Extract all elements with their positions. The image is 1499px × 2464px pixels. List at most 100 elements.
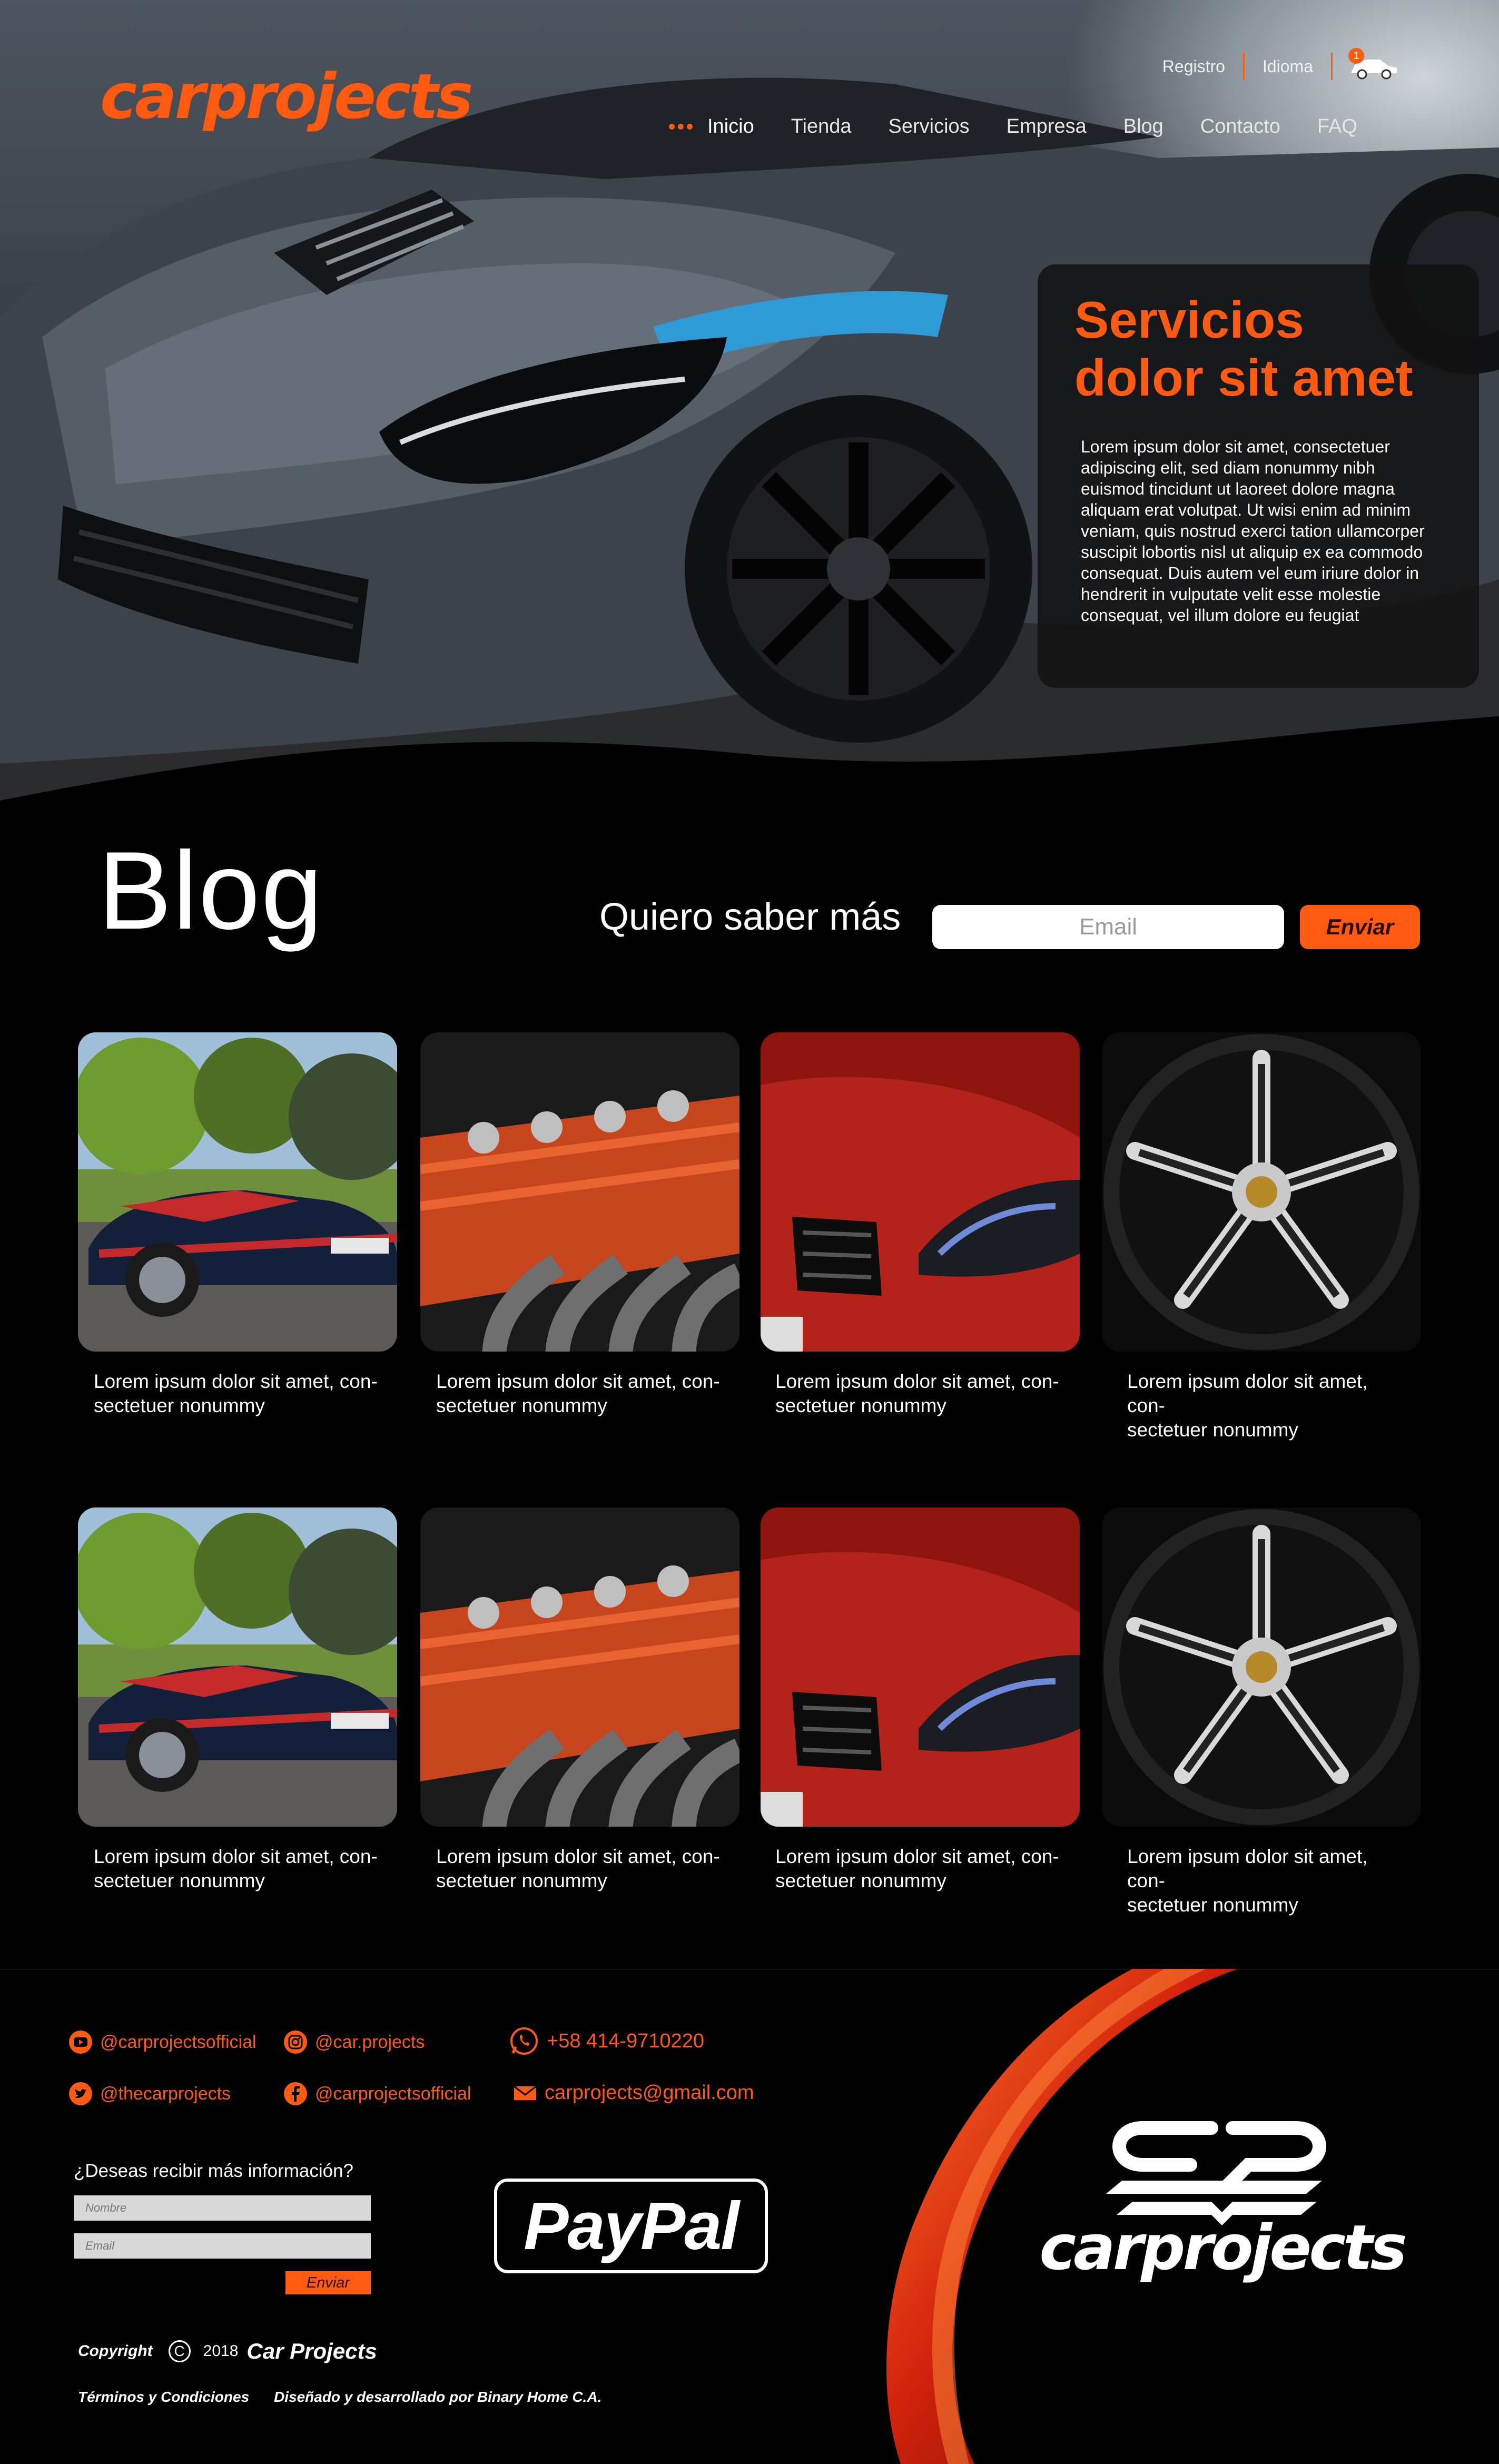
wheel-rim-photo[interactable] <box>1102 1507 1421 1827</box>
services-title: Servicios dolor sit amet <box>1074 291 1442 407</box>
red-car-headlight-photo[interactable] <box>761 1507 1080 1827</box>
caption-line: Lorem ipsum dolor sit amet, con- <box>436 1846 720 1867</box>
terms-link[interactable]: Términos y Condiciones <box>78 2389 249 2406</box>
post-caption: Lorem ipsum dolor sit amet, con- sectetu… <box>1102 1369 1407 1442</box>
mustang-photo[interactable] <box>78 1032 397 1352</box>
nav-item-contacto[interactable]: Contacto <box>1200 115 1280 138</box>
twitter-link[interactable]: @thecarprojects <box>68 2082 231 2106</box>
copyright-year: 2018 <box>203 2342 239 2360</box>
blog-title: Blog <box>98 829 324 952</box>
caption-line: sectetuer nonummy <box>775 1870 946 1891</box>
facebook-link[interactable]: @carprojectsofficial <box>283 2082 471 2106</box>
red-car-headlight-photo[interactable] <box>761 1032 1080 1352</box>
engine-photo[interactable] <box>420 1032 739 1352</box>
hero-bottom-curve <box>0 716 1499 801</box>
blog-post-card[interactable]: Lorem ipsum dolor sit amet, con- sectetu… <box>1102 1507 1421 1917</box>
twitter-handle: @thecarprojects <box>100 2083 231 2104</box>
divider <box>1331 53 1333 80</box>
blog-post-card[interactable]: Lorem ipsum dolor sit amet, con- sectetu… <box>761 1032 1080 1418</box>
youtube-link[interactable]: @carprojectsofficial <box>68 2030 257 2054</box>
main-nav: Inicio Tienda Servicios Empresa Blog Con… <box>669 108 1357 145</box>
caption-line: sectetuer nonummy <box>1127 1419 1298 1441</box>
nav-item-inicio[interactable]: Inicio <box>669 115 754 138</box>
caption-line: sectetuer nonummy <box>1127 1894 1298 1916</box>
post-caption: Lorem ipsum dolor sit amet, con- sectetu… <box>420 1369 726 1418</box>
nav-label: Inicio <box>707 115 754 137</box>
mail-icon <box>514 2085 537 2100</box>
whatsapp-link[interactable]: +58 414-9710220 <box>509 2026 704 2056</box>
caption-line: sectetuer nonummy <box>436 1870 607 1891</box>
nav-item-tienda[interactable]: Tienda <box>791 115 852 138</box>
caption-line: sectetuer nonummy <box>775 1395 946 1416</box>
services-description: Lorem ipsum dolor sit amet, consectetuer… <box>1081 437 1425 625</box>
register-link[interactable]: Registro <box>1145 57 1243 76</box>
youtube-icon <box>69 2031 92 2054</box>
post-caption: Lorem ipsum dolor sit amet, con- sectetu… <box>78 1845 383 1893</box>
caption-line: Lorem ipsum dolor sit amet, con- <box>1127 1846 1368 1891</box>
blog-row-1: Lorem ipsum dolor sit amet, con- sectetu… <box>78 1032 1421 1441</box>
caption-line: Lorem ipsum dolor sit amet, con- <box>1127 1371 1368 1416</box>
blog-post-card[interactable]: Lorem ipsum dolor sit amet, con- sectetu… <box>761 1507 1080 1893</box>
wheel-rim-photo[interactable] <box>1102 1032 1421 1352</box>
blog-post-card[interactable]: Lorem ipsum dolor sit amet, con- sectetu… <box>420 1032 739 1418</box>
email-address: carprojects@gmail.com <box>545 2082 754 2104</box>
blog-row-2: Lorem ipsum dolor sit amet, con- sectetu… <box>78 1507 1421 1916</box>
twitter-icon <box>69 2082 92 2105</box>
services-title-line2: dolor sit amet <box>1074 349 1413 407</box>
nav-item-empresa[interactable]: Empresa <box>1007 115 1087 138</box>
blog-post-card[interactable]: Lorem ipsum dolor sit amet, con- sectetu… <box>420 1507 739 1893</box>
engine-photo[interactable] <box>420 1507 739 1827</box>
whatsapp-number: +58 414-9710220 <box>547 2029 705 2052</box>
caption-line: Lorem ipsum dolor sit amet, con- <box>775 1371 1059 1392</box>
footer-name-input[interactable] <box>74 2195 371 2221</box>
active-indicator-icon <box>669 123 696 130</box>
site-logo[interactable]: carprojects <box>100 62 537 131</box>
instagram-icon <box>284 2031 307 2054</box>
blog-post-card[interactable]: Lorem ipsum dolor sit amet, con- sectetu… <box>78 1032 397 1418</box>
paypal-logo-text: PayPal <box>524 2188 739 2264</box>
credits-text: Diseñado y desarrollado por Binary Home … <box>274 2389 602 2405</box>
mustang-photo[interactable] <box>78 1507 397 1827</box>
subscribe-label: Quiero saber más <box>599 896 901 938</box>
cart-count-badge: 1 <box>1348 48 1364 64</box>
email-link[interactable]: carprojects@gmail.com <box>513 2082 754 2104</box>
services-title-line1: Servicios <box>1074 291 1304 349</box>
copyright: Copyright C 2018 Car Projects <box>78 2339 377 2364</box>
instagram-link[interactable]: @car.projects <box>283 2030 425 2054</box>
newsletter-send-button[interactable]: Enviar <box>1300 905 1420 949</box>
nav-item-faq[interactable]: FAQ <box>1317 115 1357 138</box>
newsletter-email-input[interactable] <box>932 905 1284 949</box>
instagram-handle: @car.projects <box>315 2032 425 2052</box>
post-caption: Lorem ipsum dolor sit amet, con- sectetu… <box>761 1845 1066 1893</box>
services-card: Servicios dolor sit amet Lorem ipsum dol… <box>1038 264 1479 688</box>
post-caption: Lorem ipsum dolor sit amet, con- sectetu… <box>761 1369 1066 1418</box>
caption-line: Lorem ipsum dolor sit amet, con- <box>94 1846 378 1867</box>
post-caption: Lorem ipsum dolor sit amet, con- sectetu… <box>1102 1845 1407 1917</box>
caption-line: Lorem ipsum dolor sit amet, con- <box>775 1846 1059 1867</box>
logo-text: carprojects <box>100 60 474 133</box>
caption-line: sectetuer nonummy <box>94 1395 265 1416</box>
caption-line: sectetuer nonummy <box>436 1395 607 1416</box>
nav-item-blog[interactable]: Blog <box>1123 115 1163 138</box>
nav-item-servicios[interactable]: Servicios <box>889 115 970 138</box>
footer-logo-text: carprojects <box>1039 2211 1407 2284</box>
top-utility-bar: Registro Idioma 1 <box>1145 48 1399 82</box>
blog-post-card[interactable]: Lorem ipsum dolor sit amet, con- sectetu… <box>1102 1032 1421 1442</box>
hero-section: carprojects Registro Idioma 1 Inicio Tie… <box>0 0 1499 801</box>
caption-line: Lorem ipsum dolor sit amet, con- <box>436 1371 720 1392</box>
copyright-brand: Car Projects <box>246 2339 377 2363</box>
post-caption: Lorem ipsum dolor sit amet, con- sectetu… <box>420 1845 726 1893</box>
whatsapp-icon <box>510 2027 538 2055</box>
caption-line: Lorem ipsum dolor sit amet, con- <box>94 1371 378 1392</box>
language-link[interactable]: Idioma <box>1245 57 1331 76</box>
post-caption: Lorem ipsum dolor sit amet, con- sectetu… <box>78 1369 383 1418</box>
youtube-handle: @carprojectsofficial <box>100 2032 257 2052</box>
footer-send-button[interactable]: Enviar <box>285 2271 371 2294</box>
copyright-label: Copyright <box>78 2342 153 2360</box>
footer-email-input[interactable] <box>74 2233 371 2259</box>
blog-post-card[interactable]: Lorem ipsum dolor sit amet, con- sectetu… <box>78 1507 397 1893</box>
paypal-badge[interactable]: PayPal <box>494 2179 768 2273</box>
info-form-label: ¿Deseas recibir más información? <box>74 2161 354 2181</box>
cart-button[interactable]: 1 <box>1348 48 1399 80</box>
caption-line: sectetuer nonummy <box>94 1870 265 1891</box>
